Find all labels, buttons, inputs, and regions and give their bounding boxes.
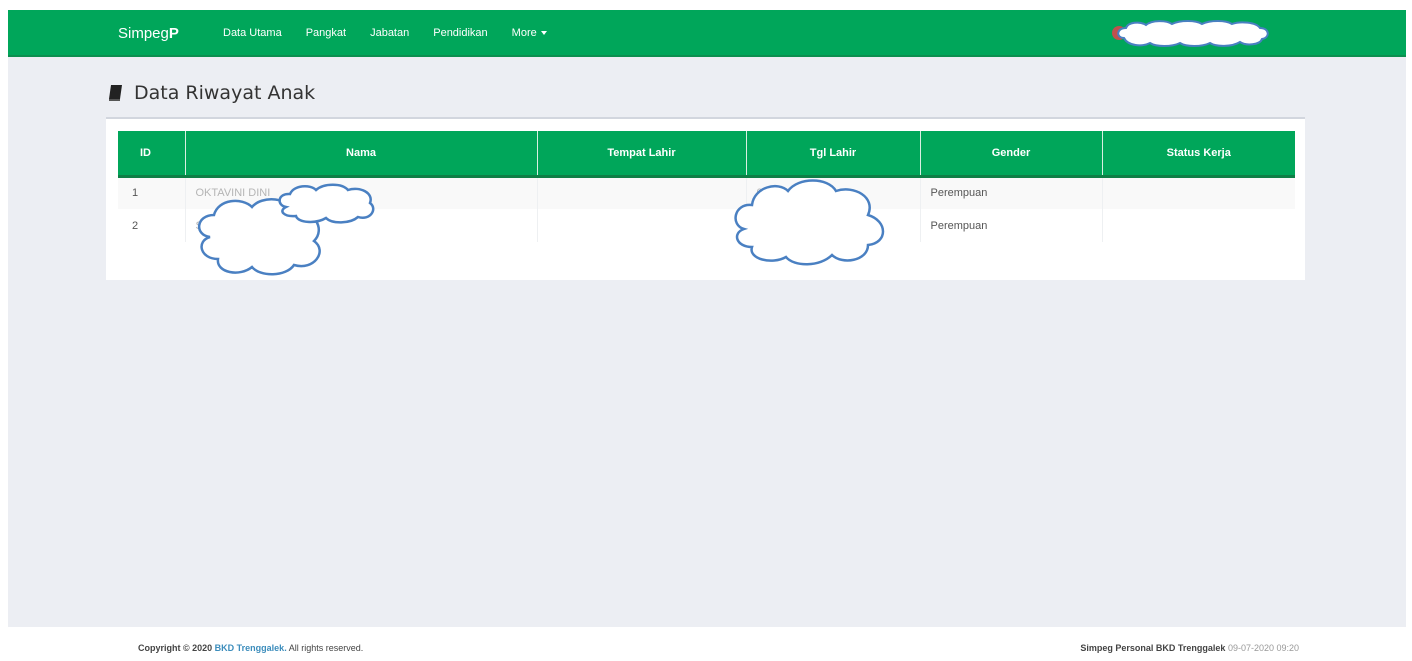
- brand-prefix: Simpeg: [118, 25, 169, 42]
- table-header-row: ID Nama Tempat Lahir Tgl Lahir Gender St…: [118, 131, 1295, 176]
- copyright-text: Copyright © 2020: [138, 643, 213, 653]
- nav-item-pendidikan[interactable]: Pendidikan: [433, 27, 487, 39]
- rights-text: All rights reserved.: [288, 643, 364, 653]
- cell-status-kerja: [1101, 209, 1295, 242]
- brand-logo[interactable]: SimpegP: [118, 25, 179, 42]
- page-title: Data Riwayat Anak: [108, 82, 315, 104]
- col-header-tempat-lahir[interactable]: Tempat Lahir: [536, 131, 746, 176]
- cell-id: 1: [132, 187, 139, 200]
- cell-tempat-lahir: [536, 209, 746, 242]
- page-footer: Copyright © 2020 BKD Trenggalek. All rig…: [0, 627, 1412, 661]
- cell-tempat-lahir: [536, 176, 746, 209]
- nav-item-more[interactable]: More: [512, 27, 547, 39]
- col-header-tgl-lahir[interactable]: Tgl Lahir: [745, 131, 920, 176]
- top-navbar: SimpegP Data Utama Pangkat Jabatan Pendi…: [8, 10, 1406, 57]
- cell-id: 2: [132, 219, 139, 232]
- cell-gender: Perempuan: [919, 209, 1102, 242]
- main-nav: Data Utama Pangkat Jabatan Pendidikan Mo…: [223, 27, 571, 39]
- footer-datetime: 09-07-2020 09:20: [1227, 643, 1299, 653]
- col-header-nama[interactable]: Nama: [184, 131, 537, 176]
- app-frame: SimpegP Data Utama Pangkat Jabatan Pendi…: [8, 10, 1406, 627]
- cell-status-kerja: [1101, 176, 1295, 209]
- nav-item-jabatan[interactable]: Jabatan: [370, 27, 409, 39]
- col-header-status-kerja[interactable]: Status Kerja: [1101, 131, 1295, 176]
- app-name: Simpeg Personal BKD Trenggalek: [1080, 643, 1226, 653]
- page-title-text: Data Riwayat Anak: [134, 82, 316, 104]
- footer-org-link[interactable]: BKD Trenggalek.: [215, 643, 287, 653]
- footer-app-info: Simpeg Personal BKD Trenggalek 09-07-202…: [1080, 643, 1299, 653]
- user-menu[interactable]: [1108, 18, 1278, 48]
- redaction-cloud-icon: [278, 183, 375, 224]
- nav-item-pangkat[interactable]: Pangkat: [306, 27, 346, 39]
- redaction-cloud-icon: [1117, 20, 1269, 47]
- nav-more-label: More: [511, 27, 537, 39]
- redaction-cloud-icon: [734, 179, 885, 266]
- book-icon: [109, 85, 122, 101]
- col-header-gender[interactable]: Gender: [919, 131, 1102, 176]
- brand-suffix: P: [168, 25, 179, 42]
- content-panel: ID Nama Tempat Lahir Tgl Lahir Gender St…: [106, 117, 1305, 280]
- col-header-id[interactable]: ID: [118, 131, 185, 176]
- caret-down-icon: [540, 31, 547, 35]
- footer-copyright: Copyright © 2020 BKD Trenggalek. All rig…: [138, 643, 363, 653]
- nav-item-data-utama[interactable]: Data Utama: [223, 27, 282, 39]
- cell-gender: Perempuan: [919, 176, 1102, 209]
